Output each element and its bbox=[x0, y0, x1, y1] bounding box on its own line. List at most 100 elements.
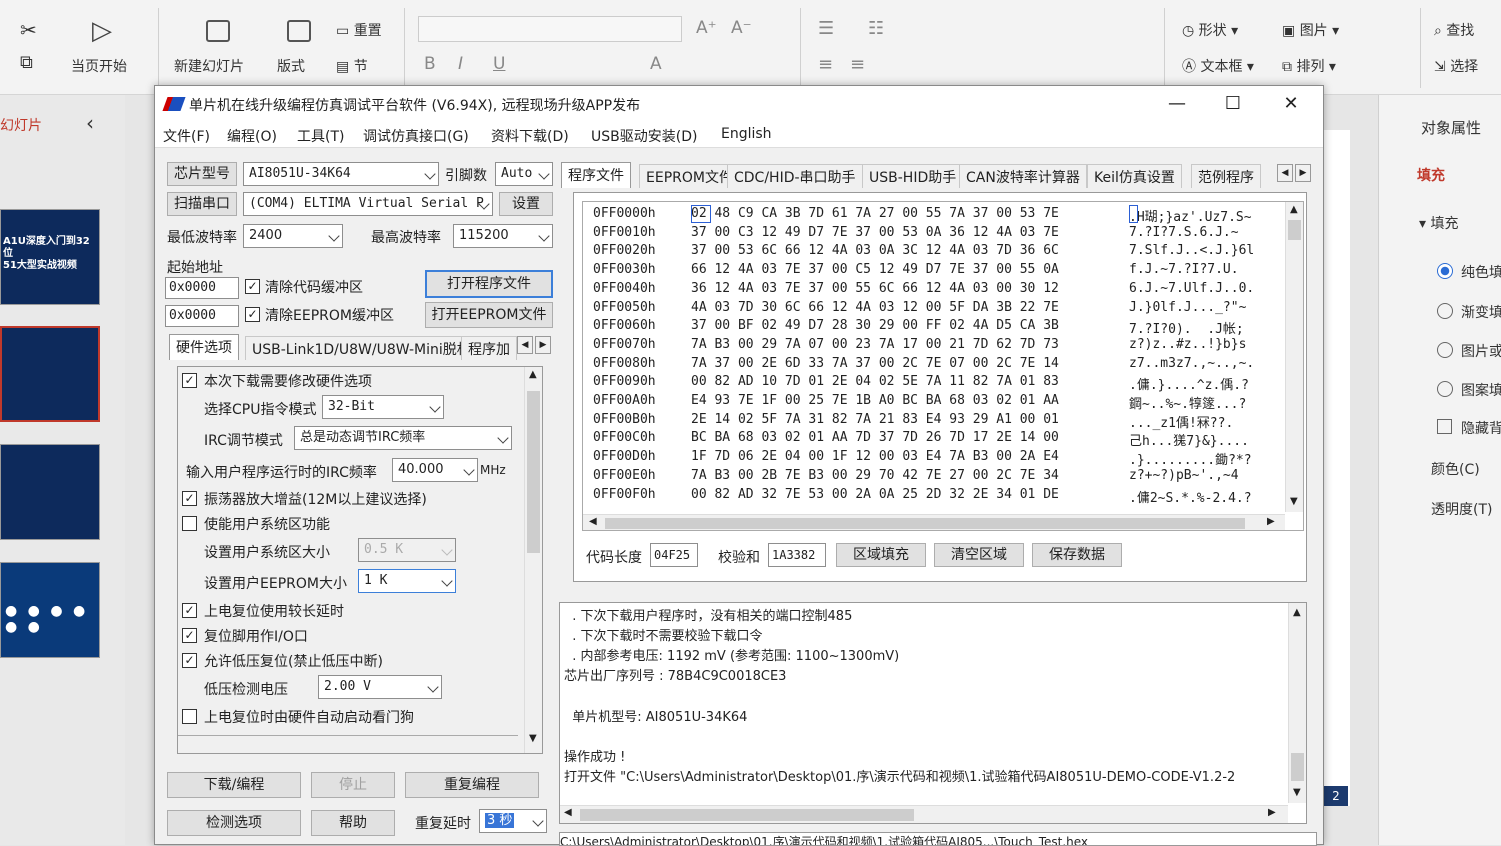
repeat-delay-select[interactable]: 3 秒 bbox=[479, 809, 547, 833]
menu-english[interactable]: English bbox=[721, 126, 772, 142]
new-slide-icon[interactable] bbox=[206, 20, 230, 42]
irc-mode-select[interactable]: 总是动态调节IRC频率 bbox=[294, 426, 512, 450]
slide-thumbnail-selected[interactable] bbox=[0, 326, 100, 422]
eeprom-start-address-input[interactable]: 0x0000 bbox=[165, 305, 239, 327]
serial-port-select[interactable]: (COM4) ELTIMA Virtual Serial P bbox=[243, 192, 493, 216]
irc-freq-select[interactable]: 40.000 bbox=[392, 458, 478, 482]
clear-area-button[interactable]: 清空区域 bbox=[934, 543, 1024, 567]
long-reset-delay-checkbox[interactable]: ✓ bbox=[182, 603, 197, 618]
scrollbar-thumb[interactable] bbox=[527, 391, 540, 553]
tab-program-encrypt[interactable]: 程序加 bbox=[461, 336, 517, 360]
slide-thumbnail[interactable] bbox=[0, 444, 100, 540]
hw-watchdog-checkbox[interactable] bbox=[182, 709, 197, 724]
scroll-up-icon[interactable]: ▲ bbox=[529, 369, 537, 380]
tab-hardware-options[interactable]: 硬件选项 bbox=[169, 334, 239, 360]
collapse-pane-icon[interactable]: ‹ bbox=[86, 111, 94, 135]
chip-model-select[interactable]: AI8051U-34K64 bbox=[243, 162, 439, 186]
user-eeprom-size-select[interactable]: 1 K bbox=[358, 569, 456, 593]
scan-port-button[interactable]: 扫描串口 bbox=[167, 192, 237, 216]
shrink-font-icon[interactable]: A⁻ bbox=[731, 18, 752, 38]
user-system-size-select[interactable]: 0.5 K bbox=[358, 538, 456, 562]
scroll-up-icon[interactable]: ▲ bbox=[1290, 204, 1298, 215]
close-button[interactable]: ✕ bbox=[1269, 90, 1313, 118]
menu-program[interactable]: 编程(O) bbox=[227, 126, 277, 146]
menu-tools[interactable]: 工具(T) bbox=[297, 126, 344, 146]
tab-scroll-right-icon[interactable]: ▶ bbox=[535, 336, 551, 354]
chip-model-button[interactable]: 芯片型号 bbox=[167, 162, 237, 186]
menu-file[interactable]: 文件(F) bbox=[163, 126, 210, 146]
section-button[interactable]: ▤ 节 bbox=[336, 56, 368, 76]
font-color-icon[interactable]: A bbox=[650, 54, 662, 74]
hide-background-checkbox[interactable] bbox=[1437, 419, 1452, 434]
select-button[interactable]: ⇲ 选择 bbox=[1434, 56, 1478, 76]
pin-count-select[interactable]: Auto bbox=[495, 162, 553, 186]
min-baud-select[interactable]: 2400 bbox=[243, 224, 343, 248]
align-center-icon[interactable]: ≡ bbox=[850, 54, 865, 75]
menu-downloads[interactable]: 资料下载(D) bbox=[491, 126, 569, 146]
scroll-down-icon[interactable]: ▼ bbox=[529, 733, 537, 744]
slide-thumbnail[interactable]: ● ● ● ● ● ● bbox=[0, 562, 100, 658]
output-log[interactable]: . 下次下载用户程序时，没有相关的端口控制485 . 下次下载时不需要校验下载口… bbox=[559, 602, 1307, 824]
scroll-left-icon[interactable]: ◀ bbox=[589, 516, 597, 527]
tab-scroll-left-icon[interactable]: ◀ bbox=[1277, 164, 1293, 182]
clear-code-buffer-checkbox[interactable]: ✓ bbox=[245, 279, 260, 294]
scroll-left-icon[interactable]: ◀ bbox=[564, 807, 572, 818]
tab-eeprom-file[interactable]: EEPROM文件 bbox=[639, 164, 740, 188]
log-horizontal-scrollbar[interactable]: ◀ ▶ bbox=[560, 805, 1288, 823]
shape-button[interactable]: ◷ 形状 ▾ bbox=[1182, 20, 1238, 40]
log-vertical-scrollbar[interactable]: ▲ ▼ bbox=[1288, 603, 1306, 803]
modify-hw-options-checkbox[interactable]: ✓ bbox=[182, 373, 197, 388]
textbox-button[interactable]: Ⓐ 文本框 ▾ bbox=[1182, 56, 1254, 76]
tab-scroll-right-icon[interactable]: ▶ bbox=[1295, 164, 1311, 182]
cut-icon[interactable]: ✂ bbox=[20, 18, 37, 42]
minimize-button[interactable]: — bbox=[1155, 90, 1199, 118]
arrange-button[interactable]: ⧉ 排列 ▾ bbox=[1282, 56, 1336, 76]
user-system-area-checkbox[interactable] bbox=[182, 516, 197, 531]
stop-button[interactable]: 停止 bbox=[311, 772, 395, 798]
clear-eeprom-buffer-checkbox[interactable]: ✓ bbox=[245, 307, 260, 322]
code-start-address-input[interactable]: 0x0000 bbox=[165, 277, 239, 299]
hex-vertical-scrollbar[interactable]: ▲ ▼ bbox=[1285, 202, 1303, 512]
tab-cdc-hid-serial[interactable]: CDC/HID-串口助手 bbox=[727, 164, 863, 188]
repeat-program-button[interactable]: 重复编程 bbox=[405, 772, 539, 798]
scroll-down-icon[interactable]: ▼ bbox=[1290, 496, 1298, 507]
low-voltage-threshold-select[interactable]: 2.00 V bbox=[318, 675, 442, 699]
maximize-button[interactable]: ☐ bbox=[1211, 90, 1255, 118]
reset-pin-io-checkbox[interactable]: ✓ bbox=[182, 628, 197, 643]
scroll-up-icon[interactable]: ▲ bbox=[1293, 607, 1301, 618]
bullets-icon[interactable]: ☰ bbox=[818, 18, 834, 39]
solid-fill-radio[interactable] bbox=[1437, 263, 1453, 279]
scroll-right-icon[interactable]: ▶ bbox=[1268, 807, 1276, 818]
low-voltage-reset-checkbox[interactable]: ✓ bbox=[182, 653, 197, 668]
gradient-fill-radio[interactable] bbox=[1437, 303, 1453, 319]
slide-thumbnail[interactable]: A1U深度入门到32位 51大型实战视频 bbox=[0, 209, 100, 305]
grow-font-icon[interactable]: A⁺ bbox=[696, 18, 717, 38]
picture-button[interactable]: ▣ 图片 ▾ bbox=[1282, 20, 1339, 40]
save-data-button[interactable]: 保存数据 bbox=[1032, 543, 1122, 567]
max-baud-select[interactable]: 115200 bbox=[453, 224, 553, 248]
download-program-button[interactable]: 下载/编程 bbox=[167, 772, 301, 798]
tab-scroll-left-icon[interactable]: ◀ bbox=[517, 336, 533, 354]
scrollbar-thumb[interactable] bbox=[1291, 753, 1304, 781]
detect-options-button[interactable]: 检测选项 bbox=[167, 810, 301, 836]
menu-usb-driver[interactable]: USB驱动安装(D) bbox=[591, 126, 697, 146]
tab-keil-sim[interactable]: Keil仿真设置 bbox=[1087, 164, 1182, 188]
port-settings-button[interactable]: 设置 bbox=[499, 192, 553, 216]
scrollbar-thumb[interactable] bbox=[1288, 220, 1301, 240]
numbering-icon[interactable]: ☷ bbox=[868, 18, 884, 39]
scroll-right-icon[interactable]: ▶ bbox=[1267, 516, 1275, 527]
picture-fill-radio[interactable] bbox=[1437, 342, 1453, 358]
hex-viewer[interactable]: 0FF0000h 02 48 C9 CA 3B 7D 61 7A 27 00 55… bbox=[582, 201, 1304, 531]
layout-button[interactable]: 版式 bbox=[277, 56, 305, 76]
reset-button[interactable]: ▭ 重置 bbox=[336, 20, 382, 40]
underline-icon[interactable]: U bbox=[493, 54, 505, 74]
new-slide-button[interactable]: 新建幻灯片 bbox=[174, 56, 244, 76]
tab-examples[interactable]: 范例程序 bbox=[1191, 164, 1261, 188]
align-left-icon[interactable]: ≡ bbox=[818, 54, 833, 75]
play-icon[interactable]: ▷ bbox=[92, 16, 112, 46]
window-titlebar[interactable]: 单片机在线升级编程仿真调试平台软件 (V6.94X), 远程现场升级APP发布 … bbox=[155, 86, 1323, 122]
scrollbar-thumb[interactable] bbox=[580, 809, 914, 821]
open-program-file-button[interactable]: 打开程序文件 bbox=[425, 270, 553, 298]
scrollbar-thumb[interactable] bbox=[605, 518, 1245, 529]
open-eeprom-file-button[interactable]: 打开EEPROM文件 bbox=[425, 302, 553, 328]
